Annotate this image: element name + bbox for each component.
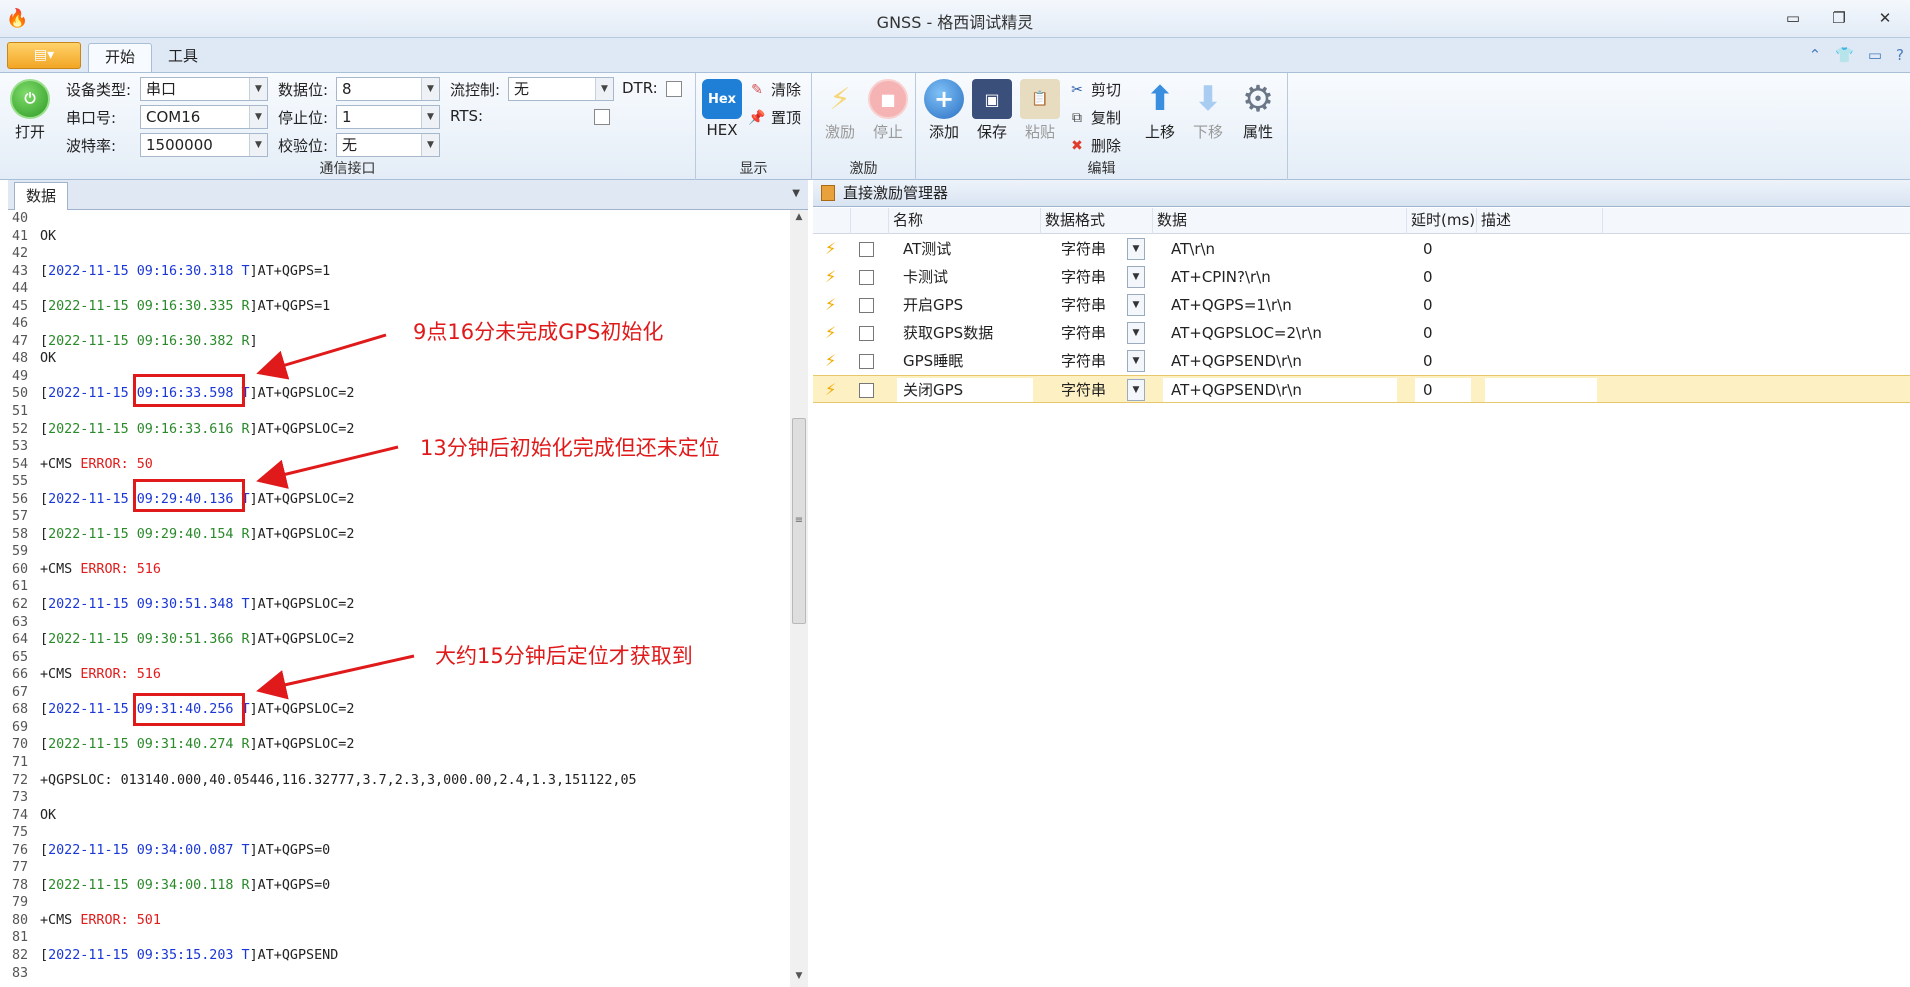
clipboard-icon [821,185,835,201]
row-checkbox[interactable] [859,270,874,285]
row-name[interactable]: 关闭GPS [903,376,963,404]
row-name[interactable]: 获取GPS数据 [903,319,993,347]
row-data[interactable]: AT+QGPSEND\r\n [1171,376,1302,404]
row-data[interactable]: AT+QGPSLOC=2\r\n [1171,319,1322,347]
row-format[interactable]: 字符串 [1061,235,1106,263]
row-format[interactable]: 字符串 [1061,347,1106,375]
table-row[interactable]: ⚡ 卡测试 字符串 ▼ AT+CPIN?\r\n 0 [813,263,1910,291]
row-checkbox[interactable] [859,242,874,257]
row-delay[interactable]: 0 [1423,347,1433,375]
row-delay[interactable]: 0 [1423,235,1433,263]
table-row[interactable]: ⚡ 开启GPS 字符串 ▼ AT+QGPS=1\r\n 0 [813,291,1910,319]
row-delay[interactable]: 0 [1423,291,1433,319]
col-desc[interactable]: 描述 [1477,208,1603,234]
lightning-icon[interactable]: ⚡ [825,324,836,342]
stimulus-manager-pane: 直接激励管理器 名称 数据格式 数据 延时(ms) 描述 ⚡ AT测试 字符串 ▼ AT… [813,180,1910,987]
chevron-down-icon[interactable]: ▼ [1127,238,1145,260]
row-data[interactable]: AT+QGPSEND\r\n [1171,347,1302,375]
lightning-icon[interactable]: ⚡ [825,268,836,286]
arrow-2 [256,445,399,489]
chevron-down-icon[interactable]: ▼ [1127,294,1145,316]
arrow-1 [256,333,387,380]
col-check [851,208,889,234]
row-delay[interactable]: 0 [1423,319,1433,347]
chevron-down-icon[interactable]: ▼ [1127,322,1145,344]
row-checkbox[interactable] [859,383,874,398]
lightning-icon[interactable]: ⚡ [825,296,836,314]
table-row[interactable]: ⚡ AT测试 字符串 ▼ AT\r\n 0 [813,235,1910,263]
row-data[interactable]: AT+CPIN?\r\n [1171,263,1271,291]
desc-edit-box[interactable] [1485,378,1597,402]
chevron-down-icon[interactable]: ▼ [1127,266,1145,288]
row-name[interactable]: AT测试 [903,235,951,263]
row-delay[interactable]: 0 [1423,376,1433,404]
lightning-icon[interactable]: ⚡ [825,381,836,399]
table-row[interactable]: ⚡ 关闭GPS 字符串 ▼ AT+QGPSEND\r\n 0 [813,375,1910,403]
table-row[interactable]: ⚡ 获取GPS数据 字符串 ▼ AT+QGPSLOC=2\r\n 0 [813,319,1910,347]
chevron-down-icon[interactable]: ▼ [1127,350,1145,372]
row-format[interactable]: 字符串 [1061,319,1106,347]
row-name[interactable]: 开启GPS [903,291,963,319]
col-format[interactable]: 数据格式 [1041,208,1153,234]
col-icon [813,208,851,234]
stimulus-manager-header: 直接激励管理器 [813,180,1910,207]
lightning-icon[interactable]: ⚡ [825,352,836,370]
stimulus-manager-title: 直接激励管理器 [843,184,949,202]
row-delay[interactable]: 0 [1423,263,1433,291]
annotation-2: 13分钟后初始化完成但还未定位 [420,436,720,460]
row-checkbox[interactable] [859,298,874,313]
col-name[interactable]: 名称 [889,208,1041,234]
row-checkbox[interactable] [859,326,874,341]
table-row[interactable]: ⚡ GPS睡眠 字符串 ▼ AT+QGPSEND\r\n 0 [813,347,1910,375]
annotation-3: 大约15分钟后定位才获取到 [435,644,693,668]
row-checkbox[interactable] [859,354,874,369]
annotation-1: 9点16分未完成GPS初始化 [413,320,664,344]
row-data[interactable]: AT\r\n [1171,235,1215,263]
table-header: 名称 数据格式 数据 延时(ms) 描述 [813,208,1910,234]
row-format[interactable]: 字符串 [1061,263,1106,291]
lightning-icon[interactable]: ⚡ [825,240,836,258]
arrow-3 [256,654,415,700]
row-name[interactable]: 卡测试 [903,263,948,291]
col-delay[interactable]: 延时(ms) [1407,208,1477,234]
row-format[interactable]: 字符串 [1061,376,1106,404]
chevron-down-icon[interactable]: ▼ [1127,379,1145,401]
col-data[interactable]: 数据 [1153,208,1407,234]
row-name[interactable]: GPS睡眠 [903,347,963,375]
row-format[interactable]: 字符串 [1061,291,1106,319]
row-data[interactable]: AT+QGPS=1\r\n [1171,291,1292,319]
